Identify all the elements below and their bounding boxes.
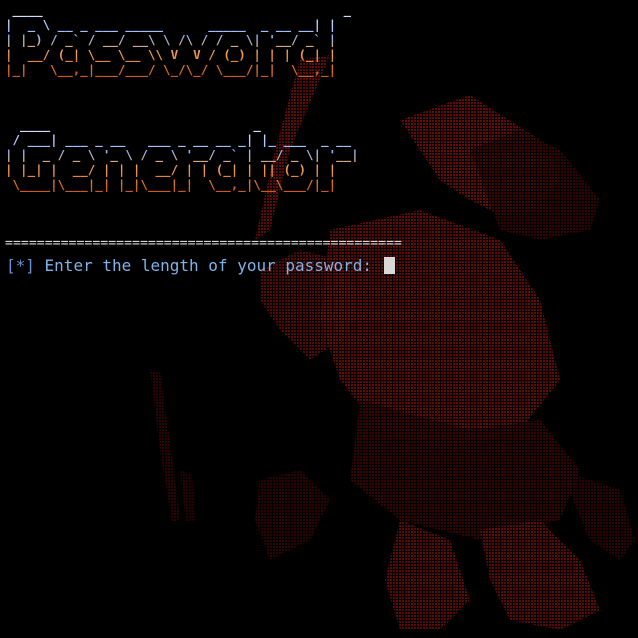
title-banner-password: ____ _ | _ \ __ _ ___ _____ _____ _ __ _…: [5, 2, 352, 77]
prompt-tag: [*]: [6, 256, 35, 275]
prompt-text: Enter the length of your password:: [34, 256, 382, 275]
text-cursor[interactable]: [383, 257, 395, 274]
terminal-window: ____ _ | _ \ __ _ ___ _____ _____ _ __ _…: [0, 0, 638, 638]
samurai-background-art: [150, 55, 635, 630]
title-banner-generator: ____ _ / ___| ___ _ __ ___ _ __ __ _| |_…: [5, 117, 359, 192]
password-length-prompt[interactable]: [*] Enter the length of your password:: [6, 256, 395, 276]
divider-line: ========================================…: [5, 236, 402, 251]
